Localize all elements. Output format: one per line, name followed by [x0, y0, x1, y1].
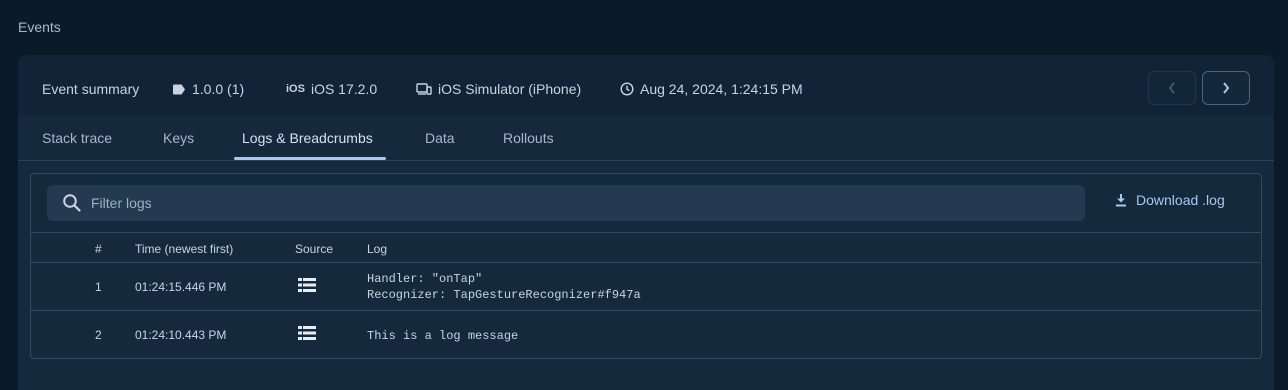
table-row[interactable]: 2 01:24:10.443 PM This is a log message: [31, 311, 1261, 359]
header-number: #: [95, 242, 102, 256]
clock-icon: [620, 82, 634, 96]
list-source-icon: [298, 278, 316, 292]
row-time: 01:24:10.443 PM: [135, 328, 227, 342]
device-label: iOS Simulator (iPhone): [438, 81, 582, 97]
event-summary-title: Event summary: [42, 81, 140, 97]
os-info: iOS iOS 17.2.0: [286, 81, 377, 97]
device-icon: [416, 83, 432, 95]
active-tab-indicator: [234, 157, 386, 160]
chevron-right-icon: [1223, 82, 1230, 94]
tab-bar: Stack trace Keys Logs & Breadcrumbs Data…: [18, 115, 1274, 161]
page-title: Events: [18, 19, 61, 35]
row-log-line: Recognizer: TapGestureRecognizer#f947a: [367, 288, 641, 302]
row-number: 2: [95, 328, 102, 342]
tab-data[interactable]: Data: [425, 130, 455, 146]
row-log: This is a log message: [367, 328, 518, 344]
filter-logs-input[interactable]: [91, 185, 1071, 221]
version-info: 1.0.0 (1): [172, 81, 244, 97]
chevron-left-icon: [1168, 82, 1175, 94]
os-label: iOS 17.2.0: [310, 81, 378, 97]
download-log-label: Download .log: [1136, 192, 1225, 208]
row-log: Handler: "onTap" Recognizer: TapGestureR…: [367, 271, 641, 303]
tab-stack-trace[interactable]: Stack trace: [42, 130, 112, 146]
row-time: 01:24:15.446 PM: [135, 280, 227, 294]
download-icon: [1116, 194, 1126, 207]
row-log-line: Handler: "onTap": [367, 272, 483, 286]
table-row[interactable]: 1 01:24:15.446 PM Handler: "onTap" Recog…: [31, 263, 1261, 311]
device-info: iOS Simulator (iPhone): [416, 81, 581, 97]
search-icon: [63, 194, 81, 212]
filter-bar: [47, 185, 1085, 221]
event-card: Event summary 1.0.0 (1) iOS iOS 17.2.0 i…: [18, 55, 1274, 390]
list-source-icon: [298, 326, 316, 340]
row-log-line: This is a log message: [367, 329, 519, 343]
download-log-button[interactable]: Download .log: [1115, 192, 1225, 208]
tab-rollouts[interactable]: Rollouts: [503, 130, 554, 146]
header-time: Time (newest first): [135, 242, 234, 256]
logs-panel: Download .log # Time (newest first) Sour…: [30, 173, 1262, 359]
row-number: 1: [95, 280, 102, 294]
logs-table-header: # Time (newest first) Source Log: [31, 232, 1261, 263]
previous-event-button[interactable]: [1148, 71, 1196, 105]
version-label: 1.0.0 (1): [192, 81, 245, 97]
header-source: Source: [295, 242, 334, 256]
timestamp-info: Aug 24, 2024, 1:24:15 PM: [620, 81, 803, 97]
event-summary-bar: Event summary 1.0.0 (1) iOS iOS 17.2.0 i…: [18, 55, 1274, 115]
tab-keys[interactable]: Keys: [163, 130, 194, 146]
next-event-button[interactable]: [1202, 71, 1250, 105]
ios-icon: iOS: [286, 83, 305, 95]
timestamp-label: Aug 24, 2024, 1:24:15 PM: [640, 81, 803, 97]
header-log: Log: [367, 242, 388, 256]
tab-logs-breadcrumbs[interactable]: Logs & Breadcrumbs: [242, 130, 373, 146]
tag-icon: [173, 84, 185, 94]
